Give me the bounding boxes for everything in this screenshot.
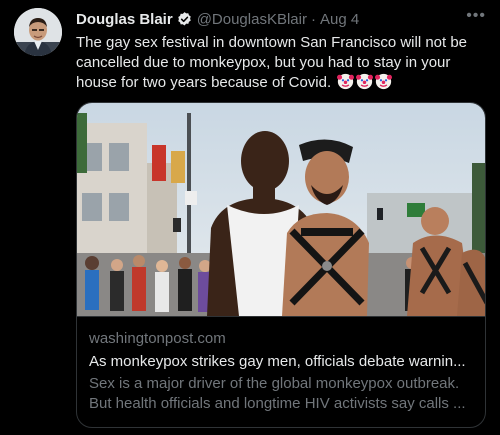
clown-face-icon xyxy=(375,73,393,90)
verified-badge-icon xyxy=(177,11,191,26)
tweet-body: The gay sex festival in downtown San Fra… xyxy=(76,34,468,91)
author-handle[interactable]: @DouglasKBlair xyxy=(197,11,307,28)
more-options-icon[interactable]: ••• xyxy=(466,7,486,25)
clown-face-icon xyxy=(356,73,374,90)
tweet-header: Douglas Blair @DouglasKBlair · Aug 4 ••• xyxy=(76,7,486,29)
author-avatar[interactable] xyxy=(14,8,62,56)
link-preview-card[interactable]: washingtonpost.com As monkeypox strikes … xyxy=(76,102,486,428)
tweet-date[interactable]: Aug 4 xyxy=(320,11,359,28)
card-description: Sex is a major driver of the global monk… xyxy=(89,375,466,412)
card-title[interactable]: As monkeypox strikes gay men, officials … xyxy=(89,352,473,372)
card-meta: washingtonpost.com As monkeypox strikes … xyxy=(77,316,485,414)
tweet-text: The gay sex festival in downtown San Fra… xyxy=(76,33,488,93)
separator-dot: · xyxy=(310,10,316,28)
author-name[interactable]: Douglas Blair xyxy=(76,11,173,28)
card-domain: washingtonpost.com xyxy=(89,330,226,347)
tweet[interactable]: Douglas Blair @DouglasKBlair · Aug 4 •••… xyxy=(0,0,500,435)
card-image[interactable] xyxy=(77,103,485,316)
clown-face-icon xyxy=(337,73,355,90)
